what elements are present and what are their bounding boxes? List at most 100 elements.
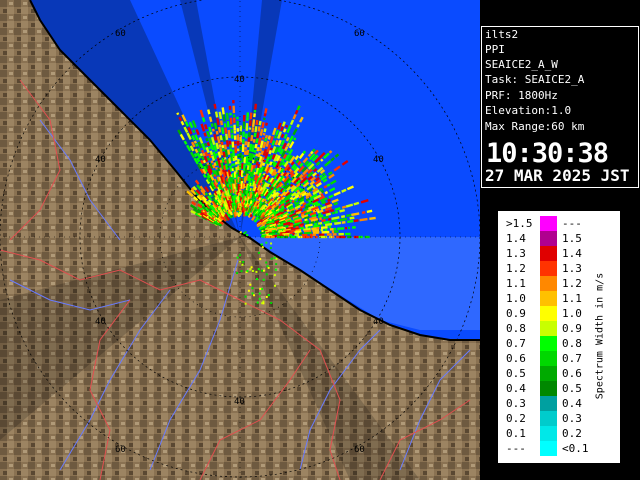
echo-segment xyxy=(278,161,283,167)
echo-segment xyxy=(223,144,227,150)
echo-segment xyxy=(268,154,273,160)
echo-segment xyxy=(208,192,212,196)
echo-segment xyxy=(208,137,213,144)
echo-segment xyxy=(294,230,302,234)
echo-segment xyxy=(333,201,339,206)
echo-segment xyxy=(285,136,290,142)
legend-low-label: 1.3 xyxy=(506,247,526,260)
echo-segment xyxy=(178,116,183,122)
echo-point xyxy=(267,266,270,269)
ring-label: 40 xyxy=(234,75,245,85)
echo-segment xyxy=(285,149,290,154)
echo-segment xyxy=(251,119,256,127)
echo-segment xyxy=(226,159,230,165)
echo-segment xyxy=(341,220,346,224)
legend-swatch xyxy=(540,366,557,381)
echo-segment xyxy=(278,157,283,162)
echo-segment xyxy=(232,149,235,157)
echo-segment xyxy=(203,124,208,130)
echo-segment xyxy=(369,216,376,221)
echo-point xyxy=(241,263,244,266)
legend-high-label: <0.1 xyxy=(562,442,589,455)
echo-point xyxy=(270,257,273,260)
echo-segment xyxy=(229,165,233,172)
echo-segment xyxy=(217,161,222,168)
echo-segment xyxy=(321,172,326,177)
echo-segment xyxy=(209,194,214,198)
echo-segment xyxy=(263,128,267,133)
echo-point xyxy=(265,273,268,276)
echo-segment xyxy=(221,107,225,115)
echo-segment xyxy=(353,201,360,206)
legend-high-label: 0.7 xyxy=(562,352,582,365)
echo-segment xyxy=(207,109,211,115)
echo-segment xyxy=(315,220,319,224)
echo-segment xyxy=(260,150,264,155)
echo-segment xyxy=(351,212,360,217)
echo-segment xyxy=(222,169,225,173)
legend-high-label: 1.0 xyxy=(562,307,582,320)
echo-segment xyxy=(211,155,216,161)
echo-segment xyxy=(262,162,266,167)
echo-point xyxy=(265,241,268,244)
echo-segment xyxy=(200,194,204,198)
echo-point xyxy=(236,256,239,259)
echo-segment xyxy=(257,163,261,169)
echo-segment xyxy=(321,218,326,223)
echo-point xyxy=(251,292,254,295)
echo-segment xyxy=(300,183,304,187)
radar-map[interactable]: 60 60 40 40 40 40 40 40 60 60 xyxy=(0,0,480,480)
echo-segment xyxy=(245,155,249,164)
scan-date: 27 MAR 2025 JST xyxy=(485,166,630,185)
legend-swatch xyxy=(540,426,557,441)
echo-segment xyxy=(288,168,293,173)
echo-segment xyxy=(294,109,299,115)
echo-segment xyxy=(225,140,230,147)
echo-segment xyxy=(262,172,266,176)
echo-segment xyxy=(353,219,359,223)
echo-point xyxy=(258,297,261,300)
echo-segment xyxy=(195,143,199,147)
echo-segment xyxy=(320,158,324,162)
echo-segment xyxy=(222,114,226,122)
echo-segment xyxy=(339,217,348,222)
echo-segment xyxy=(201,117,206,123)
echo-segment xyxy=(214,111,219,118)
echo-segment xyxy=(274,134,278,139)
echo-segment xyxy=(258,147,262,152)
echo-segment xyxy=(254,126,258,133)
echo-segment xyxy=(291,220,295,224)
echo-segment xyxy=(180,120,185,126)
echo-segment xyxy=(261,121,265,129)
echo-segment xyxy=(225,112,229,120)
legend-low-label: >1.5 xyxy=(506,217,533,230)
legend-low-label: 0.3 xyxy=(506,397,526,410)
echo-segment xyxy=(296,123,300,128)
echo-point xyxy=(265,295,268,298)
echo-segment xyxy=(320,205,327,210)
echo-segment xyxy=(220,162,225,170)
legend-swatch xyxy=(540,441,557,456)
echo-segment xyxy=(257,126,261,132)
echo-segment xyxy=(254,143,258,149)
echo-segment xyxy=(255,119,259,126)
echo-segment xyxy=(254,103,258,110)
echo-segment xyxy=(194,148,199,154)
echo-segment xyxy=(262,141,267,149)
echo-segment xyxy=(224,170,228,176)
echo-segment xyxy=(222,151,226,158)
echo-segment xyxy=(206,142,211,147)
echo-segment xyxy=(211,164,216,169)
echo-point xyxy=(244,231,247,234)
legend-low-label: 0.9 xyxy=(506,307,526,320)
legend-high-label: 0.8 xyxy=(562,337,582,350)
echo-segment xyxy=(217,126,222,133)
echo-segment xyxy=(226,121,230,128)
echo-point xyxy=(242,261,245,264)
echo-segment xyxy=(251,169,256,178)
echo-segment xyxy=(243,176,247,183)
echo-segment xyxy=(250,135,254,142)
echo-segment xyxy=(201,203,205,207)
legend-low-label: 0.6 xyxy=(506,352,526,365)
echo-point xyxy=(262,278,265,281)
